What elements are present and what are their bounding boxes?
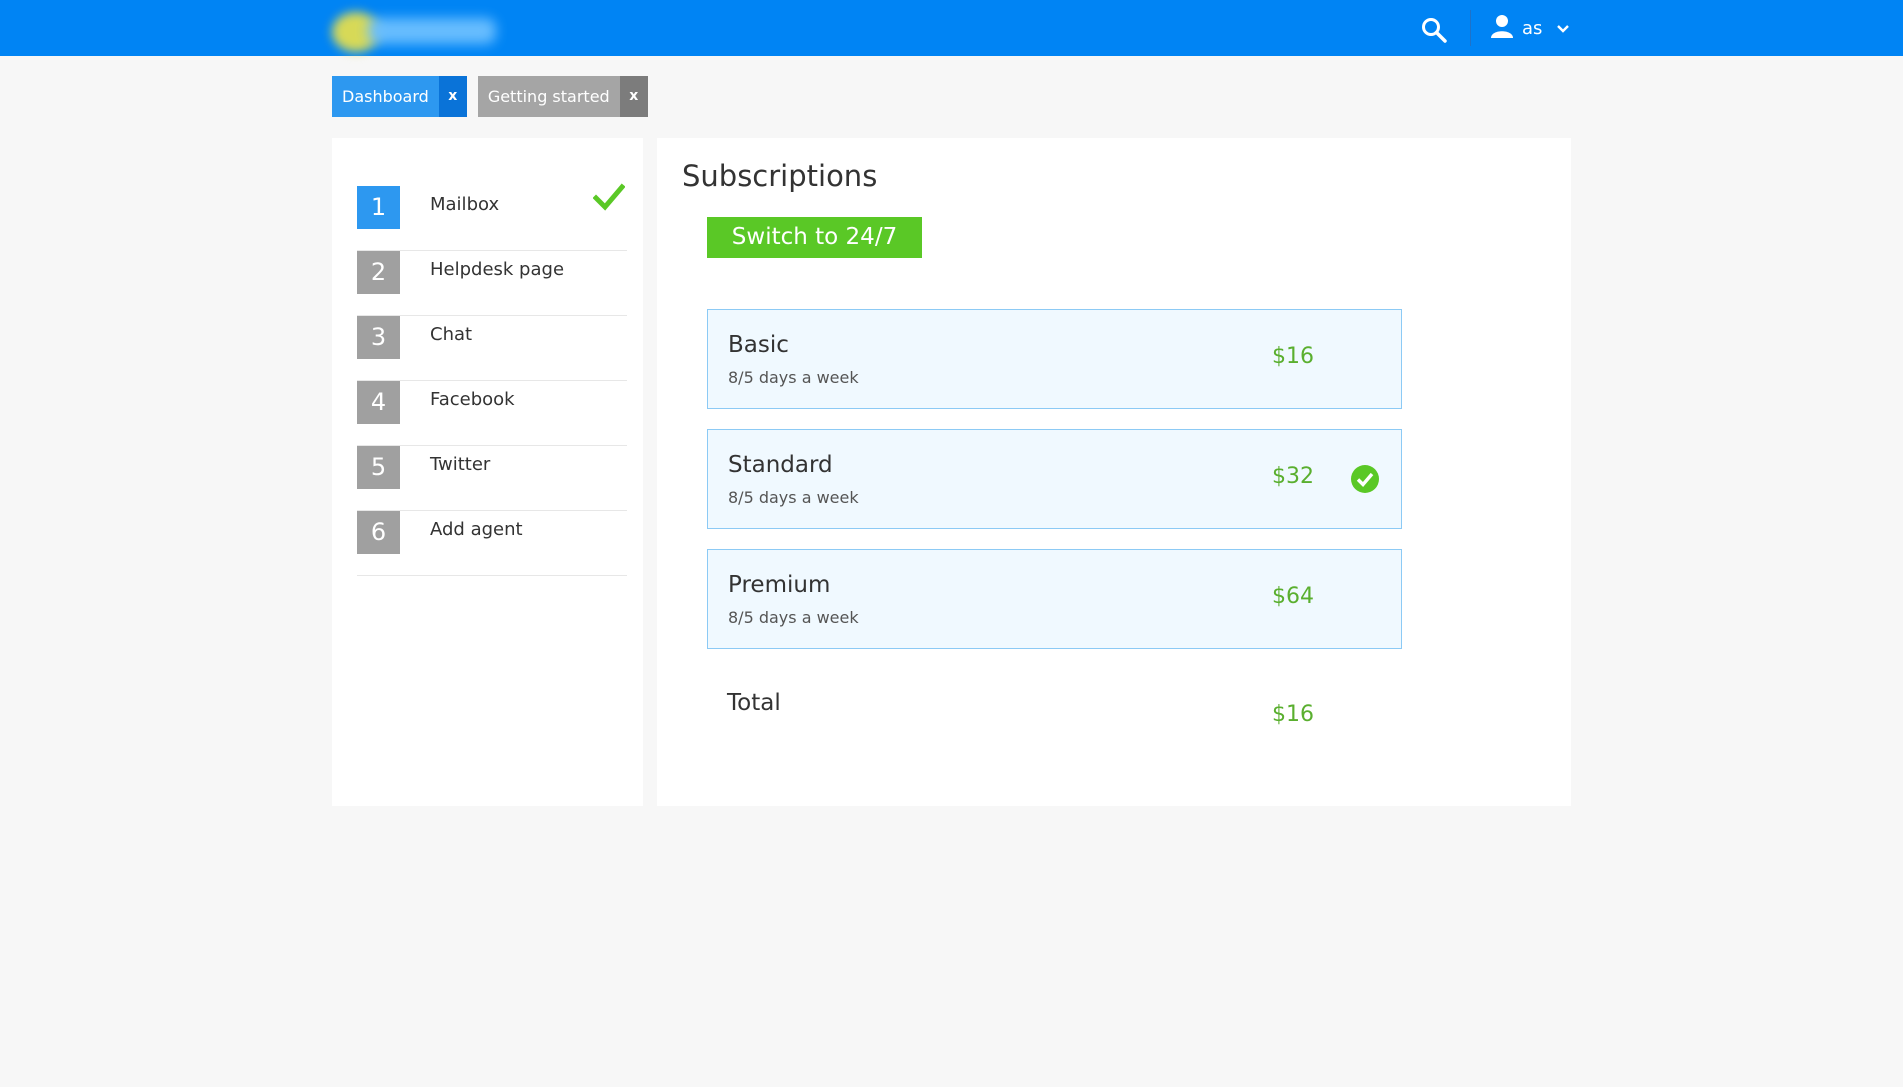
tab-getting-started[interactable]: Getting started x [477, 76, 648, 117]
plan-price: $64 [1272, 584, 1314, 609]
plan-description: 8/5 days a week [728, 368, 859, 387]
page-title: Subscriptions [682, 159, 878, 193]
tab-label[interactable]: Dashboard [332, 76, 439, 117]
top-bar: as [0, 0, 1903, 56]
switch-to-24-7-button[interactable]: Switch to 24/7 [707, 217, 922, 258]
subscriptions-panel: Subscriptions Switch to 24/7 Basic 8/5 d… [657, 138, 1571, 806]
step-add-agent[interactable]: 6 Add agent [357, 511, 627, 576]
plan-basic[interactable]: Basic 8/5 days a week $16 [707, 309, 1402, 409]
plan-name: Premium [728, 572, 831, 598]
step-mailbox[interactable]: 1 Mailbox [357, 183, 627, 251]
step-label[interactable]: Helpdesk page [430, 259, 564, 280]
tab-dashboard[interactable]: Dashboard x [332, 76, 467, 117]
tab-close-button[interactable]: x [619, 76, 648, 117]
step-number: 2 [357, 251, 400, 294]
selected-check-icon [1350, 464, 1380, 494]
open-tabs: Dashboard x Getting started x [332, 76, 648, 117]
header-divider [1470, 10, 1471, 46]
plan-name: Standard [728, 452, 833, 478]
setup-steps-panel: 1 Mailbox 2 Helpdesk page 3 Chat 4 Faceb… [332, 138, 643, 806]
step-twitter[interactable]: 5 Twitter [357, 446, 627, 511]
tab-close-button[interactable]: x [438, 76, 467, 117]
step-helpdesk-page[interactable]: 2 Helpdesk page [357, 251, 627, 316]
user-icon [1490, 14, 1514, 42]
step-label[interactable]: Facebook [430, 389, 515, 410]
step-number: 3 [357, 316, 400, 359]
checkmark-icon [592, 183, 626, 211]
plan-name: Basic [728, 332, 789, 358]
step-facebook[interactable]: 4 Facebook [357, 381, 627, 446]
steps-list: 1 Mailbox 2 Helpdesk page 3 Chat 4 Faceb… [357, 183, 627, 576]
logo[interactable] [332, 10, 500, 58]
plan-price: $32 [1272, 464, 1314, 489]
total-label: Total [727, 690, 781, 716]
total-value: $16 [1272, 702, 1314, 727]
step-label[interactable]: Twitter [430, 454, 490, 475]
step-chat[interactable]: 3 Chat [357, 316, 627, 381]
search-icon[interactable] [1420, 16, 1448, 44]
plan-description: 8/5 days a week [728, 608, 859, 627]
plan-price: $16 [1272, 344, 1314, 369]
plan-standard[interactable]: Standard 8/5 days a week $32 [707, 429, 1402, 529]
step-label[interactable]: Chat [430, 324, 472, 345]
step-label[interactable]: Add agent [430, 519, 523, 540]
user-menu[interactable]: as [1490, 12, 1570, 44]
step-number: 4 [357, 381, 400, 424]
step-number: 5 [357, 446, 400, 489]
user-name: as [1522, 17, 1543, 39]
plan-description: 8/5 days a week [728, 488, 859, 507]
logo-wordmark [368, 18, 496, 44]
step-number: 6 [357, 511, 400, 554]
step-label[interactable]: Mailbox [430, 194, 499, 215]
step-number: 1 [357, 186, 400, 229]
tab-label[interactable]: Getting started [477, 76, 620, 117]
chevron-down-icon[interactable] [1556, 19, 1570, 38]
plan-premium[interactable]: Premium 8/5 days a week $64 [707, 549, 1402, 649]
